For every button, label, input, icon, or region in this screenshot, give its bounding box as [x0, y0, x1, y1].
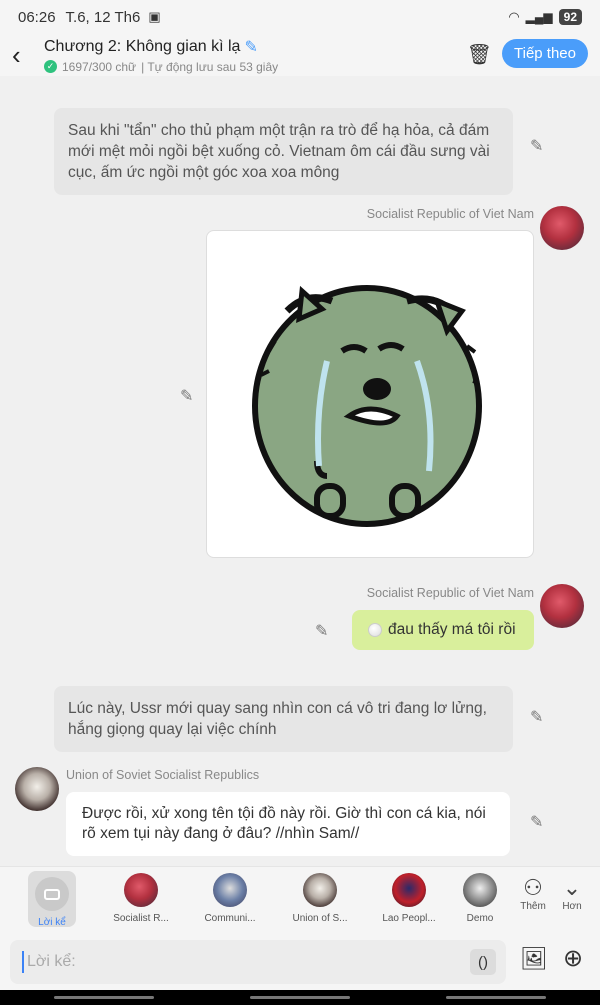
more-label: Hơn: [562, 901, 582, 912]
text-cursor: [22, 951, 24, 973]
tray-label: Lao Peopl...: [382, 913, 436, 924]
image-icon[interactable]: 🖼: [520, 946, 548, 972]
tray-label: Socialist R...: [113, 913, 169, 924]
autosave-info: ✓ 1697/300 chữ | Tự động lưu sau 53 giây: [44, 60, 278, 74]
top-bar: ‹ Chương 2: Không gian kì lạ ✎ ✓ 1697/30…: [0, 34, 600, 76]
status-time: 06:26: [18, 8, 56, 26]
autosave-text: | Tự động lưu sau 53 giây: [141, 59, 279, 74]
edit-pencil-icon[interactable]: ✎: [530, 707, 543, 727]
narration-bubble[interactable]: Sau khi "tẩn" cho thủ phạm một trận ra t…: [54, 108, 513, 195]
message-input[interactable]: Lời kể: (): [10, 940, 506, 984]
avatar: [213, 873, 247, 907]
edit-pencil-icon[interactable]: ✎: [180, 386, 193, 406]
check-icon: ✓: [44, 60, 57, 73]
chat-bubble-icon: [35, 877, 69, 911]
edit-pencil-icon[interactable]: ✎: [315, 621, 328, 641]
wifi-icon: ◠: [508, 9, 520, 24]
parentheses-button[interactable]: (): [470, 949, 496, 975]
avatar: [303, 873, 337, 907]
tray-label: Lời kể: [38, 917, 66, 928]
nav-handle[interactable]: [54, 996, 154, 999]
word-count: 1697/300 chữ: [62, 59, 137, 74]
composer: Lời kể: () 🖼 ⊕: [0, 934, 600, 990]
back-arrow-icon[interactable]: ‹: [12, 40, 38, 71]
add-circle-icon[interactable]: ⊕: [563, 944, 583, 973]
avatar[interactable]: [540, 584, 584, 628]
narration-bubble[interactable]: Lúc này, Ussr mới quay sang nhìn con cá …: [54, 686, 513, 752]
character-tray: Lời kể Socialist R... Communi... Union o…: [0, 866, 600, 934]
status-bar: 06:26 T.6, 12 Th6 ▣ ◠ ▂▄▆ 92: [0, 0, 600, 34]
reply-bubble[interactable]: đau thấy má tôi rồi: [352, 610, 534, 650]
avatar[interactable]: [540, 206, 584, 250]
nav-handle[interactable]: [446, 996, 546, 999]
tray-label: Union of S...: [292, 913, 348, 924]
tray-item-character[interactable]: Demo: [460, 873, 500, 924]
avatar: [124, 873, 158, 907]
next-button[interactable]: Tiếp theo: [502, 39, 588, 68]
screenshot-icon: ▣: [148, 9, 161, 24]
add-label: Thêm: [520, 901, 546, 912]
chapter-title-text: Chương 2: Không gian kì lạ: [44, 37, 241, 55]
speaker-name: Union of Soviet Socialist Republics: [66, 768, 260, 782]
egg-emoji-icon: [368, 623, 382, 637]
speaker-name: Socialist Republic of Viet Nam: [366, 207, 534, 221]
tray-item-narration[interactable]: Lời kể: [28, 871, 76, 928]
signal-icon: ▂▄▆: [525, 10, 553, 24]
tray-item-character[interactable]: Union of S...: [282, 873, 358, 924]
tray-label: Demo: [466, 913, 494, 924]
system-nav-bar: [0, 990, 600, 1005]
pencil-icon[interactable]: ✎: [244, 37, 257, 57]
add-person-icon: ⚇: [523, 875, 543, 900]
avatar: [463, 873, 497, 907]
add-character-button[interactable]: ⚇ Thêm: [513, 875, 553, 912]
tray-item-character[interactable]: Socialist R...: [103, 873, 179, 924]
tray-label: Communi...: [204, 913, 256, 924]
chapter-title[interactable]: Chương 2: Không gian kì lạ ✎: [44, 37, 278, 57]
chat-area: Sau khi "tẩn" cho thủ phạm một trận ra t…: [0, 76, 600, 866]
input-placeholder: Lời kể:: [27, 953, 76, 970]
reply-bubble[interactable]: Được rồi, xử xong tên tội đồ này rồi. Gi…: [66, 792, 510, 856]
nav-handle[interactable]: [250, 996, 350, 999]
reply-text: đau thấy má tôi rồi: [388, 621, 516, 638]
battery-indicator: 92: [558, 9, 582, 25]
tray-item-character[interactable]: Communi...: [192, 873, 268, 924]
avatar[interactable]: [15, 767, 59, 811]
speaker-name: Socialist Republic of Viet Nam: [366, 586, 534, 600]
trash-icon[interactable]: 🗑: [467, 42, 492, 67]
status-date: T.6, 12 Th6: [65, 8, 141, 26]
avatar: [392, 873, 426, 907]
chevron-down-icon: ⌄: [562, 875, 582, 900]
crying-blob-sticker: [252, 285, 482, 527]
edit-pencil-icon[interactable]: ✎: [530, 812, 543, 832]
edit-pencil-icon[interactable]: ✎: [530, 136, 543, 156]
sticker-image[interactable]: [206, 230, 534, 558]
tray-item-character[interactable]: Lao Peopl...: [371, 873, 447, 924]
more-button[interactable]: ⌄ Hơn: [552, 875, 592, 912]
